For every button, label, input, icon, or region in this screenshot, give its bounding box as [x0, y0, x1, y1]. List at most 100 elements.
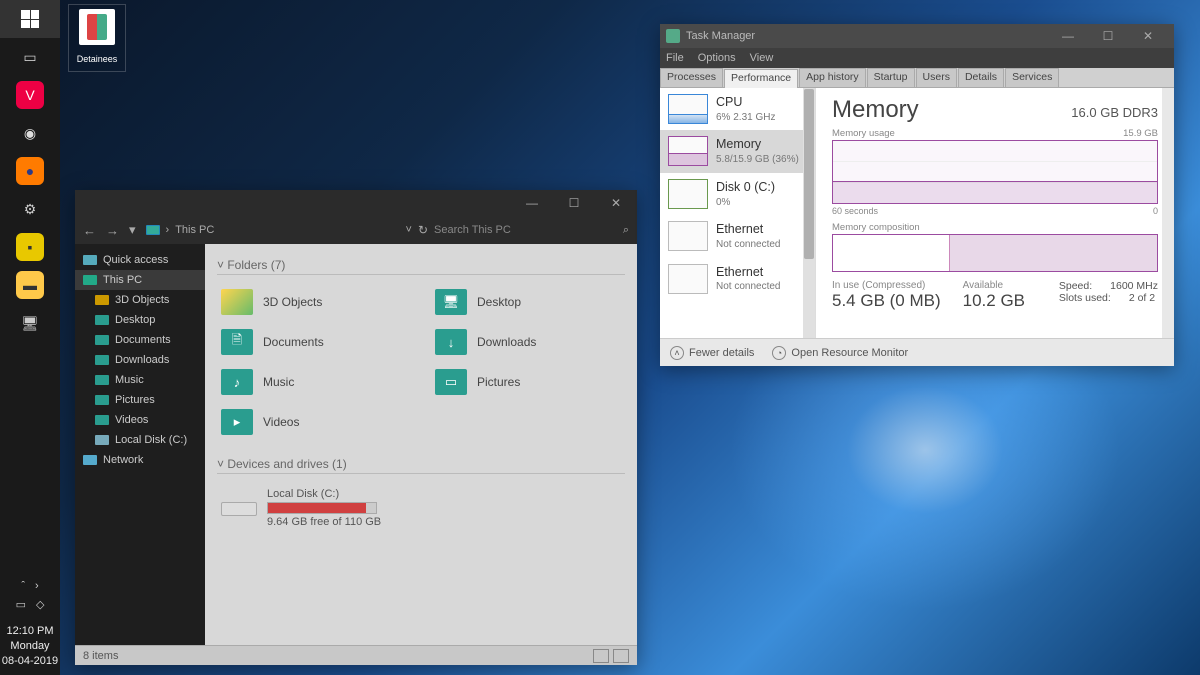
tab-details[interactable]: Details: [958, 68, 1004, 87]
taskmgr-titlebar[interactable]: Task Manager — ☐ ✕: [660, 24, 1174, 48]
sidebar-item-documents[interactable]: Documents: [75, 330, 205, 350]
menu-bar: File Options View: [660, 48, 1174, 68]
resource-eth-item[interactable]: EthernetNot connected: [660, 215, 815, 257]
resource-eth-item[interactable]: EthernetNot connected: [660, 258, 815, 300]
tray-expand-icon[interactable]: ›: [35, 580, 39, 592]
minimize-button[interactable]: —: [511, 190, 553, 216]
tab-processes[interactable]: Processes: [660, 68, 723, 87]
folder-music[interactable]: ♪Music: [217, 365, 411, 399]
chrome-icon: ◉: [16, 119, 44, 147]
drives-header[interactable]: ˅ Devices and drives (1): [217, 457, 625, 474]
scrollbar[interactable]: [803, 88, 815, 338]
sidebar-item-network[interactable]: Network: [75, 450, 205, 470]
tab-services[interactable]: Services: [1005, 68, 1059, 87]
folder-documents[interactable]: 🗎Documents: [217, 325, 411, 359]
folders-header[interactable]: ˅ Folders (7): [217, 258, 625, 275]
folder-downloads[interactable]: ↓Downloads: [431, 325, 625, 359]
addr-down-icon[interactable]: ˅: [406, 224, 412, 236]
menu-options[interactable]: Options: [698, 52, 736, 64]
desktop-shortcut[interactable]: Detainees: [68, 4, 126, 72]
breadcrumb[interactable]: › This PC: [146, 224, 215, 236]
status-bar: 8 items: [75, 645, 637, 665]
sidebar-item-3d-objects[interactable]: 3D Objects: [75, 290, 205, 310]
disk-sparkline: [668, 179, 708, 209]
taskbar-explorer-button[interactable]: ▬: [0, 266, 60, 304]
sidebar-item-local-disk-c-[interactable]: Local Disk (C:): [75, 430, 205, 450]
sticky-icon: ▪: [16, 233, 44, 261]
taskbar-task-view-button[interactable]: ▭: [0, 38, 60, 76]
search-input[interactable]: Search This PC: [434, 224, 511, 236]
taskbar-sticky-button[interactable]: ▪: [0, 228, 60, 266]
refresh-icon[interactable]: ↻: [418, 223, 428, 237]
scrollbar[interactable]: [1162, 88, 1174, 338]
eth-sparkline: [668, 221, 708, 251]
menu-file[interactable]: File: [666, 52, 684, 64]
resource-cpu-item[interactable]: CPU6% 2.31 GHz: [660, 88, 815, 130]
taskbar-clock[interactable]: 12:10 PM Monday 08-04-2019: [0, 618, 60, 675]
taskbar-vivaldi-button[interactable]: V: [0, 76, 60, 114]
sidebar-item-downloads[interactable]: Downloads: [75, 350, 205, 370]
firefox-icon: ●: [16, 157, 44, 185]
tab-performance[interactable]: Performance: [724, 69, 798, 88]
drive-label: Local Disk (C:): [267, 488, 621, 500]
folder-3d-objects[interactable]: 3D Objects: [217, 285, 411, 319]
fewer-details-button[interactable]: ˄Fewer details: [670, 346, 754, 360]
vivaldi-icon: V: [16, 81, 44, 109]
battery-icon[interactable]: ▭: [16, 598, 26, 611]
maximize-button[interactable]: ☐: [553, 190, 595, 216]
folder-icon: [95, 355, 109, 365]
taskbar-thispc-button[interactable]: 🖥: [0, 304, 60, 342]
maximize-button[interactable]: ☐: [1088, 24, 1128, 48]
tab-users[interactable]: Users: [916, 68, 957, 87]
explorer-titlebar[interactable]: — ☐ ✕: [75, 190, 637, 216]
folder-desktop[interactable]: 🖥Desktop: [431, 285, 625, 319]
folder-pictures[interactable]: ▭Pictures: [431, 365, 625, 399]
sidebar-item-pictures[interactable]: Pictures: [75, 390, 205, 410]
search-icon[interactable]: ⌕: [623, 224, 629, 237]
breadcrumb-location[interactable]: This PC: [175, 224, 214, 236]
view-details-button[interactable]: [593, 649, 609, 663]
open-resource-monitor-button[interactable]: ◔Open Resource Monitor: [772, 346, 908, 360]
collapse-icon: ˄: [670, 346, 684, 360]
memory-composition-chart: [832, 234, 1158, 272]
windows-logo-icon: [21, 10, 39, 28]
resource-disk-item[interactable]: Disk 0 (C:)0%: [660, 173, 815, 215]
folder-icon: [95, 435, 109, 445]
item-count: 8 items: [83, 650, 118, 662]
folder-icon: [95, 295, 109, 305]
back-button[interactable]: ←: [83, 223, 96, 238]
shortcut-label: Detainees: [77, 54, 118, 64]
sidebar-item-videos[interactable]: Videos: [75, 410, 205, 430]
forward-button[interactable]: →: [106, 223, 119, 238]
dropdown-icon[interactable]: ▾: [129, 222, 136, 238]
folder-icon: [95, 415, 109, 425]
settings-icon: ⚙: [16, 195, 44, 223]
folder-icon: ♪: [221, 369, 253, 395]
drive-item[interactable]: Local Disk (C:) 9.64 GB free of 110 GB: [217, 484, 625, 532]
folder-icon: ▭: [435, 369, 467, 395]
memory-usage-chart: [832, 140, 1158, 204]
taskbar-start-button[interactable]: [0, 0, 60, 38]
folder-icon: ↓: [435, 329, 467, 355]
sidebar-item-this-pc[interactable]: This PC: [75, 270, 205, 290]
minimize-button[interactable]: —: [1048, 24, 1088, 48]
taskbar-settings-button[interactable]: ⚙: [0, 190, 60, 228]
folder-videos[interactable]: ▸Videos: [217, 405, 411, 439]
sidebar-item-music[interactable]: Music: [75, 370, 205, 390]
taskbar-firefox-button[interactable]: ●: [0, 152, 60, 190]
view-icons-button[interactable]: [613, 649, 629, 663]
sidebar-item-desktop[interactable]: Desktop: [75, 310, 205, 330]
tab-app-history[interactable]: App history: [799, 68, 866, 87]
menu-view[interactable]: View: [750, 52, 774, 64]
taskbar-chrome-button[interactable]: ◉: [0, 114, 60, 152]
tab-startup[interactable]: Startup: [867, 68, 915, 87]
folder-icon: 🗎: [221, 329, 253, 355]
sidebar-item-quick-access[interactable]: Quick access: [75, 250, 205, 270]
close-button[interactable]: ✕: [595, 190, 637, 216]
tray-up-icon[interactable]: ˆ: [21, 580, 25, 592]
close-button[interactable]: ✕: [1128, 24, 1168, 48]
wifi-icon[interactable]: ◇: [36, 598, 44, 611]
mem-inuse: 5.4 GB (0 MB): [832, 291, 941, 311]
folder-icon: ▸: [221, 409, 253, 435]
resource-mem-item[interactable]: Memory5.8/15.9 GB (36%): [660, 130, 815, 172]
